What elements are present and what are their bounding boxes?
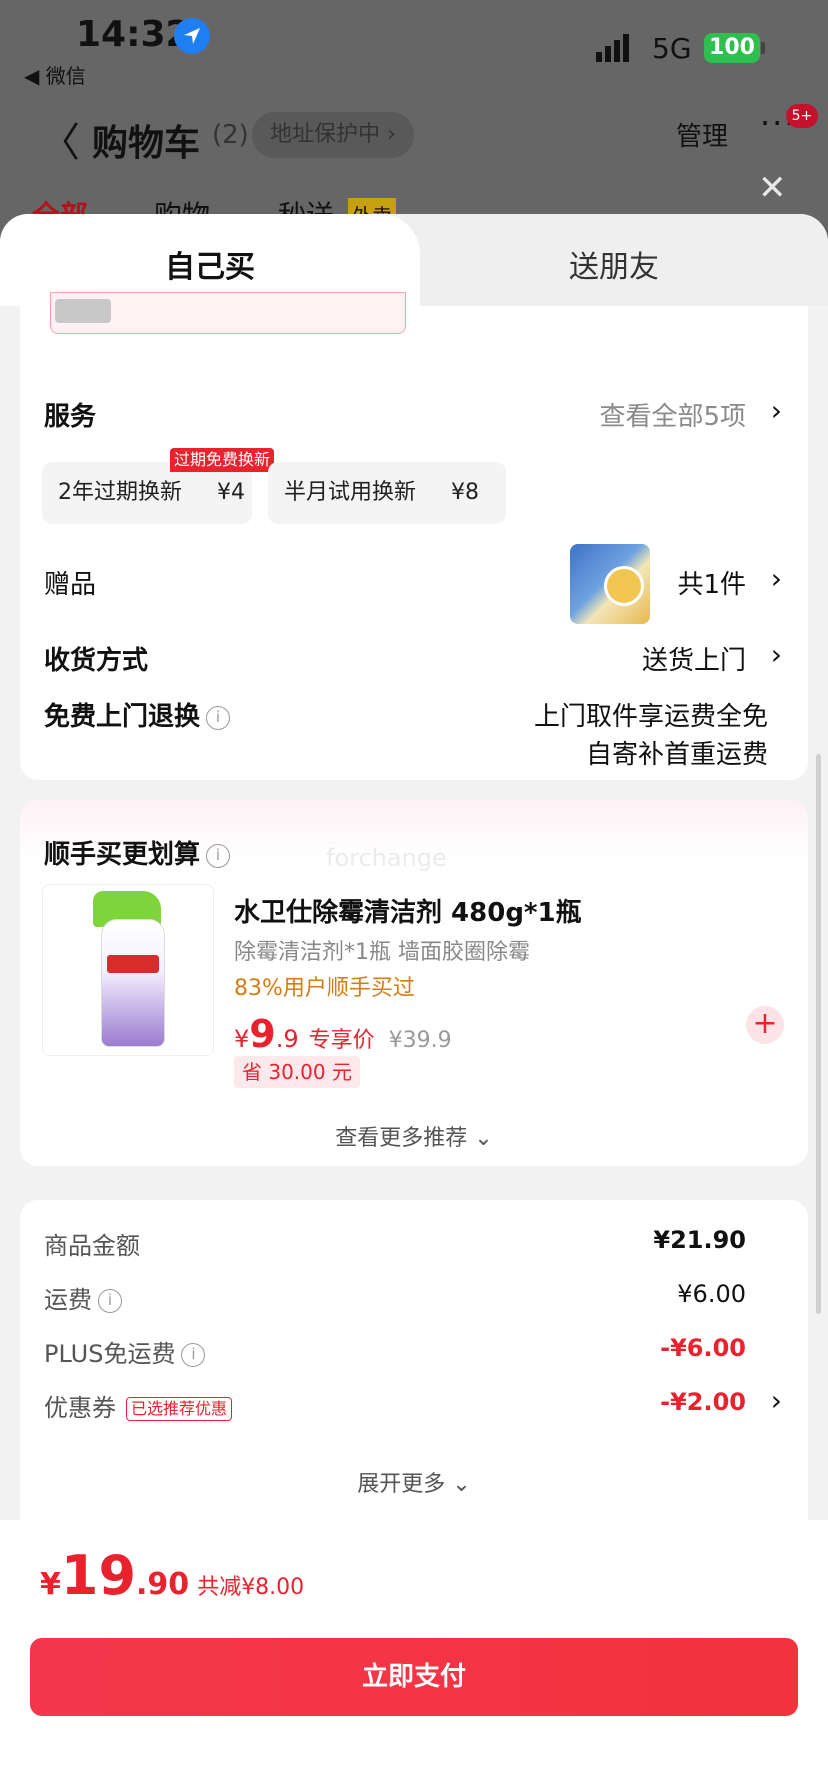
total-discount: 共减¥8.00 [197,1575,305,1600]
coupon-label[interactable]: 优惠券 已选推荐优惠 [44,1388,233,1423]
free-return-label: 免费上门退换 i [44,696,231,733]
total-currency: ¥ [40,1567,61,1602]
services-view-all[interactable]: 查看全部5项 [599,396,746,433]
tab-buy-self-label: 自己买 [165,250,255,285]
cart-count: (2) [212,120,249,150]
gift-product-image[interactable] [570,544,650,624]
price-integer: 9 [249,1012,276,1056]
price-currency: ¥ [234,1025,250,1053]
chevron-right-icon[interactable]: › [771,562,782,595]
back-arrow-icon[interactable]: 〈 [40,110,80,168]
coupon-tag: 已选推荐优惠 [126,1397,233,1421]
free-return-line2: 自寄补首重运费 [585,740,768,770]
info-icon[interactable]: i [98,1289,122,1313]
goods-amount-label: 商品金额 [44,1232,140,1260]
free-return-line1: 上门取件享运费全免 [533,702,768,732]
recommend-product-image[interactable] [42,884,214,1056]
free-return-label-text: 免费上门退换 [44,702,201,732]
service-2yr-name: 2年过期换新 [58,480,182,505]
gift-label: 赠品 [44,570,97,600]
message-badge: 5+ [786,104,818,128]
close-sheet-icon[interactable]: ✕ [758,168,787,208]
add-to-order-button[interactable]: + [746,1006,784,1044]
save-amount-tag: 省 30.00 元 [234,1056,360,1088]
service-option-2yr[interactable]: 2年过期换新 ¥4 过期免费换新 [42,448,275,524]
see-more-recommendations[interactable]: 查看更多推荐 ⌄ [20,1120,808,1152]
plus-label-text: PLUS免运费 [44,1340,176,1368]
info-icon[interactable]: i [206,705,231,730]
recommend-buy-rate: 83%用户顺手买过 [234,976,415,1001]
status-bar: 14:32 ◀ 微信 5G 100 [0,0,828,90]
bottle-graphic [101,919,165,1047]
recommend-price: ¥9.9 专享价 ¥39.9 [234,1012,452,1056]
battery-tip [761,42,765,54]
total-integer: 19 [60,1544,137,1607]
checkout-sheet: 送朋友 自己买 服务 查看全部5项 › 2年过期换新 ¥4 过期免费换新 半月试… [0,214,828,1792]
total-price: ¥19.90 共减¥8.00 [40,1544,304,1607]
chevron-right-icon[interactable]: › [771,638,782,671]
page-title: 购物车 [92,123,201,164]
recommend-card: 顺手买更划算 i forchange 水卫仕除霉清洁剂 480g*1瓶 除霉清洁剂… [20,800,808,1166]
recommend-title-text: 顺手买更划算 [44,840,201,870]
service-2yr-tag: 过期免费换新 [170,448,275,472]
pay-now-button[interactable]: 立即支付 [30,1638,798,1716]
address-protection-pill[interactable]: 地址保护中 › [252,112,414,158]
manage-button[interactable]: 管理 [676,116,728,153]
scrollbar[interactable] [816,754,821,1314]
expand-more[interactable]: 展开更多 ⌄ [20,1466,808,1498]
watermark: forchange [326,844,447,872]
product-preview-strip [50,292,406,334]
shipping-label: 运费 i [44,1280,122,1315]
battery-icon: 100 [704,33,760,63]
total-decimal: .90 [136,1567,190,1602]
shipping-label-text: 运费 [44,1286,92,1314]
checkout-footer: ¥19.90 共减¥8.00 立即支付 [0,1520,828,1792]
service-halfmonth-price: ¥8 [451,480,480,505]
plus-free-shipping-label: PLUS免运费 i [44,1334,206,1369]
recommend-product-name[interactable]: 水卫仕除霉清洁剂 480g*1瓶 [234,892,582,929]
tab-send-friend-label: 送朋友 [569,250,659,285]
gift-count[interactable]: 共1件 [677,564,746,601]
chevron-right-icon[interactable]: › [771,394,782,427]
price-decimal: .9 [275,1025,299,1053]
coupon-label-text: 优惠券 [44,1394,116,1422]
delivery-label: 收货方式 [44,646,149,676]
cellular-signal-icon [596,34,629,62]
gift-jar-graphic [604,566,644,606]
network-type: 5G [652,32,692,65]
cart-nav-bar: 〈 购物车 (2) 地址保护中 › 管理 ··· [0,100,828,170]
tab-send-friend[interactable]: 送朋友 [400,214,828,306]
original-price: ¥39.9 [388,1028,452,1053]
order-options-card: 服务 查看全部5项 › 2年过期换新 ¥4 过期免费换新 半月试用换新 ¥8 赠… [20,292,808,780]
recommend-title: 顺手买更划算 i [44,834,231,871]
back-to-wechat[interactable]: ◀ 微信 [24,60,86,89]
product-thumbnail [55,299,111,323]
service-option-halfmonth[interactable]: 半月试用换新 ¥8 [268,462,506,524]
service-2yr-price: ¥4 [217,480,245,505]
service-halfmonth-name: 半月试用换新 [284,480,417,505]
recommend-product-desc: 除霉清洁剂*1瓶 墙面胶圈除霉 [234,940,530,965]
chevron-right-icon[interactable]: › [771,1384,782,1417]
location-arrow-icon [174,18,210,54]
info-icon[interactable]: i [181,1343,206,1367]
delivery-value[interactable]: 送货上门 [642,640,746,677]
goods-amount-value: ¥21.90 [653,1226,746,1254]
exclusive-price-label: 专享价 [308,1028,375,1053]
info-icon[interactable]: i [206,843,231,868]
coupon-value[interactable]: -¥2.00 [660,1388,746,1416]
plus-free-shipping-value: -¥6.00 [660,1334,746,1362]
bottle-label-graphic [107,955,159,973]
shipping-value: ¥6.00 [677,1280,746,1308]
services-label: 服务 [44,402,97,432]
